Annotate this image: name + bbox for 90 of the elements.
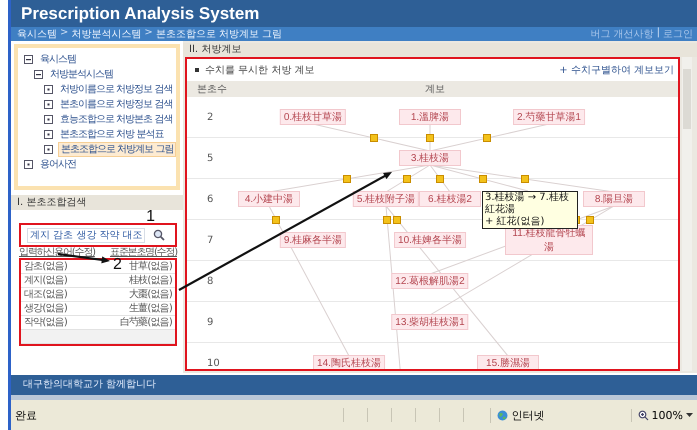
marker-icon[interactable] — [426, 134, 434, 142]
search-button[interactable] — [151, 227, 167, 243]
scrollbar-thumb[interactable] — [683, 69, 691, 129]
footer-text: 대구한의대학교가 함께합니다 — [11, 375, 697, 395]
prescription-node[interactable]: 12.葛根解肌湯2 — [391, 273, 469, 289]
node-icon[interactable] — [44, 100, 53, 109]
marker-icon[interactable] — [586, 216, 594, 224]
status-text: 완료 — [15, 408, 37, 422]
tree-item[interactable]: 처방이름으로 처방정보 검색 — [58, 83, 174, 96]
table-cell: 작약(없음) — [24, 316, 68, 329]
row-label: 7 — [206, 234, 214, 246]
prescription-node[interactable]: 5.桂枝附子湯 — [352, 191, 420, 207]
section-heading: I. 본초조합검색 — [11, 195, 183, 210]
table-cell: 대조(없음) — [24, 288, 68, 301]
search-field[interactable]: 계지 감초 생강 작약 대조 — [27, 228, 145, 242]
marker-icon[interactable] — [342, 175, 351, 183]
row-label: 5 — [206, 152, 214, 164]
zone-text: 인터넷 — [512, 408, 545, 422]
prescription-node[interactable]: 14.陶氏桂枝湯 — [313, 355, 385, 369]
prescription-node[interactable]: 6.桂枝湯2 — [419, 191, 481, 207]
breadcrumb-link[interactable]: 육시스템 — [17, 27, 57, 41]
tree-item[interactable]: 처방분석시스템 — [48, 68, 115, 81]
row-label: 8 — [206, 276, 214, 286]
tree-item[interactable]: 효능조합으로 처방본초 검색 — [58, 113, 174, 126]
collapse-icon[interactable] — [34, 70, 43, 79]
breadcrumb-separator: > — [60, 27, 68, 40]
table-cell: 生薑(없음) — [128, 302, 172, 315]
prescription-node[interactable]: 8.陽旦湯 — [583, 191, 645, 207]
section-heading: II. 처방계보 — [183, 43, 697, 57]
column-header: 계보 — [424, 83, 446, 96]
tooltip: 3.桂枝湯 → 7.桂枝紅花湯 + 紅花(없음) — [482, 191, 578, 229]
table-cell: 계지(없음) — [24, 274, 68, 287]
column-header: 본초수 — [196, 83, 228, 96]
marker-icon[interactable] — [370, 134, 378, 142]
tree-item[interactable]: 본초조합으로 처방 분석표 — [58, 128, 166, 141]
node-icon[interactable] — [44, 115, 53, 124]
node-icon[interactable] — [44, 130, 53, 139]
subtitle-text: 수치를 무시한 처방 계보 — [205, 64, 315, 77]
marker-icon[interactable] — [403, 175, 412, 183]
table-cell: 大棗(없음) — [128, 288, 172, 301]
tree-item[interactable]: 본초이름으로 처방정보 검색 — [58, 98, 174, 111]
caret-icon[interactable] — [686, 412, 693, 418]
marker-icon[interactable] — [393, 216, 402, 224]
row-label: 2 — [206, 112, 214, 122]
prescription-node[interactable]: 4.小建中湯 — [238, 191, 300, 207]
column-header: 입력하신용어(수정) — [19, 247, 95, 257]
column-header: 표준본초명(수정) — [110, 247, 177, 257]
row-label: 10 — [206, 358, 221, 368]
globe-icon — [496, 410, 508, 420]
zoom-icon[interactable] — [638, 410, 649, 420]
view-toggle-link[interactable]: + 수치구별하여 계보보기 — [559, 63, 674, 77]
tree-item[interactable]: 용어사전 — [38, 158, 78, 171]
row-label: 9 — [206, 316, 214, 328]
prescription-node[interactable]: 13.柴胡桂枝湯1 — [391, 314, 469, 330]
prescription-node[interactable]: 0.桂枝甘草湯 — [280, 109, 346, 125]
prescription-node[interactable]: 9.桂麻各半湯 — [280, 232, 346, 248]
table-cell: 白芍藥(없음) — [120, 316, 172, 329]
link-separator: | — [656, 27, 660, 40]
tree-item[interactable]: 본초조합으로 처방계보 그림 — [58, 142, 176, 157]
marker-icon[interactable] — [483, 134, 492, 142]
zoom-level[interactable]: 100% — [652, 408, 683, 422]
marker-icon[interactable] — [436, 175, 444, 183]
search-icon — [153, 229, 165, 241]
table-cell: 桂枝(없음) — [128, 274, 172, 287]
prescription-node[interactable]: 3.桂枝湯 — [399, 150, 461, 166]
marker-icon[interactable] — [478, 175, 487, 183]
app-title: Prescription Analysis System — [21, 4, 260, 24]
table-cell: 甘草(없음) — [128, 260, 172, 273]
node-icon[interactable] — [44, 145, 53, 154]
marker-icon[interactable] — [272, 216, 280, 224]
callout-number: 2 — [113, 258, 122, 272]
breadcrumb-link[interactable]: 처방분석시스템 — [71, 27, 142, 41]
marker-icon[interactable] — [383, 216, 392, 224]
collapse-icon[interactable] — [24, 55, 33, 64]
prescription-node[interactable]: 1.溫脾湯 — [399, 109, 461, 125]
callout-number: 1 — [146, 210, 155, 223]
tree-item[interactable]: 육시스템 — [38, 53, 78, 66]
prescription-node[interactable]: 10.桂婢各半湯 — [394, 232, 466, 248]
bullet-icon — [195, 68, 199, 72]
breadcrumb-link[interactable]: 본초조합으로 처방계보 그림 — [156, 27, 282, 41]
row-label: 6 — [206, 194, 214, 204]
breadcrumb-separator: > — [144, 27, 153, 40]
node-icon[interactable] — [24, 160, 33, 169]
table-cell: 생강(없음) — [24, 302, 68, 315]
node-icon[interactable] — [44, 85, 53, 94]
marker-icon[interactable] — [521, 175, 530, 183]
prescription-node[interactable]: 2.芍藥甘草湯1 — [513, 109, 585, 125]
scrollbar[interactable] — [682, 57, 692, 371]
table-cell: 감초(없음) — [24, 260, 68, 273]
prescription-node[interactable]: 15.勝濕湯 — [477, 355, 539, 369]
